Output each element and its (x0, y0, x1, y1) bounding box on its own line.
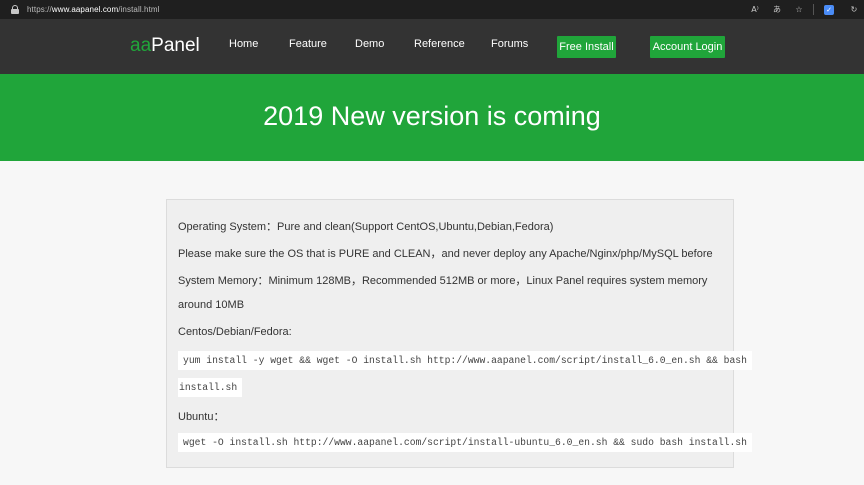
install-instructions: Operating System：Pure and clean(Support … (166, 199, 752, 468)
url-prefix: https:// (27, 5, 52, 14)
ubuntu-label: Ubuntu： (178, 411, 225, 423)
account-login-button[interactable]: Account Login (650, 36, 725, 58)
logo-prefix: aa (130, 35, 152, 56)
nav-feature[interactable]: Feature (289, 38, 327, 50)
hero-banner: 2019 New version is coming (0, 74, 864, 161)
memory-requirement-cont: around 10MB (178, 299, 245, 311)
logo[interactable]: aaPanel (130, 35, 200, 57)
toolbar-divider (813, 4, 814, 15)
url-path: /install.html (118, 5, 160, 14)
ubuntu-install-command[interactable]: wget -O install.sh http://www.aapanel.co… (178, 433, 752, 452)
lock-icon[interactable] (11, 5, 19, 14)
hero-title: 2019 New version is coming (263, 101, 601, 131)
translate-icon[interactable]: あ (769, 4, 785, 16)
browser-address-bar: https://www.aapanel.com/install.html A⁾ … (0, 0, 864, 19)
url-field[interactable]: https://www.aapanel.com/install.html (27, 5, 160, 14)
nav-demo[interactable]: Demo (355, 38, 384, 50)
browser-toolbar: A⁾ あ ☆ ✓ ↻ (741, 0, 864, 19)
os-requirement: Operating System：Pure and clean(Support … (178, 221, 554, 233)
clean-os-notice: Please make sure the OS that is PURE and… (178, 248, 713, 260)
memory-requirement: System Memory：Minimum 128MB，Recommended … (178, 275, 708, 287)
logo-suffix: Panel (151, 35, 200, 56)
read-aloud-icon[interactable]: A⁾ (747, 4, 763, 16)
site-header: aaPanel Home Feature Demo Reference Foru… (0, 19, 864, 74)
free-install-button[interactable]: Free Install (557, 36, 616, 58)
extension-icon[interactable]: ✓ (824, 4, 834, 15)
nav-forums[interactable]: Forums (491, 38, 528, 50)
centos-install-command-cont[interactable]: install.sh (178, 378, 243, 397)
url-domain: www.aapanel.com (51, 5, 119, 14)
favorite-icon[interactable]: ☆ (791, 4, 807, 16)
centos-install-command[interactable]: yum install -y wget && wget -O install.s… (178, 351, 752, 370)
nav-home[interactable]: Home (229, 38, 258, 50)
nav-reference[interactable]: Reference (414, 38, 465, 50)
refresh-icon[interactable]: ↻ (846, 4, 862, 16)
centos-label: Centos/Debian/Fedora: (178, 326, 292, 338)
